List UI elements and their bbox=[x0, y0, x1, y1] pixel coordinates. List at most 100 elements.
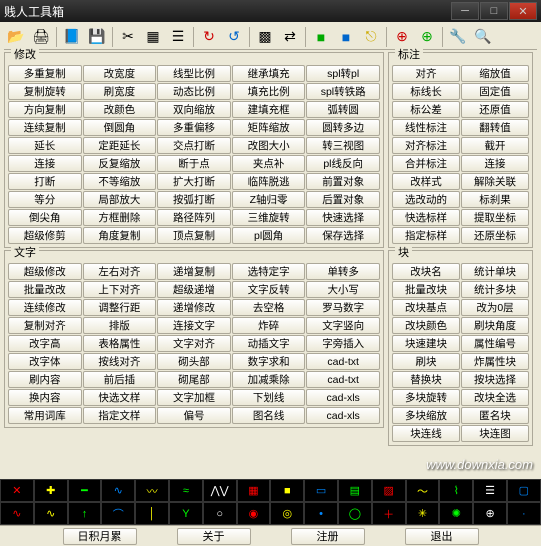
cmd-button[interactable]: 改块名 bbox=[392, 263, 460, 280]
cmd-button[interactable]: 标刹果 bbox=[461, 191, 529, 208]
cmd-button[interactable]: 去空格 bbox=[232, 299, 306, 316]
cmd-button[interactable]: 刷内容 bbox=[8, 371, 82, 388]
close-button[interactable]: ✕ bbox=[509, 2, 537, 20]
cmd-button[interactable]: 多重偏移 bbox=[157, 119, 231, 136]
spiral-icon[interactable]: ◉ bbox=[237, 502, 271, 525]
daily-button[interactable]: 日积月累 bbox=[63, 528, 137, 545]
cross2-icon[interactable]: ⊕ bbox=[473, 502, 507, 525]
target-icon[interactable]: ◎ bbox=[270, 502, 304, 525]
cmd-button[interactable]: 截开 bbox=[461, 137, 529, 154]
cmd-button[interactable]: 炸属性块 bbox=[461, 353, 529, 370]
plus2-icon[interactable]: ＋ bbox=[372, 502, 406, 525]
cmd-button[interactable]: cad-xls bbox=[306, 407, 380, 424]
tree-icon[interactable]: Y bbox=[169, 502, 203, 525]
maximize-button[interactable]: □ bbox=[480, 2, 508, 20]
cmd-button[interactable]: 后置对象 bbox=[306, 191, 380, 208]
cmd-button[interactable]: 路径阵列 bbox=[157, 209, 231, 226]
book-icon[interactable]: 📘 bbox=[60, 26, 84, 48]
green-square-icon[interactable]: ■ bbox=[309, 26, 333, 48]
cmd-button[interactable]: cad-txt bbox=[306, 371, 380, 388]
cmd-button[interactable]: 改样式 bbox=[392, 173, 460, 190]
cmd-button[interactable]: 线性标注 bbox=[392, 119, 460, 136]
cmd-button[interactable]: 线型比例 bbox=[157, 65, 231, 82]
blue-square-icon[interactable]: ■ bbox=[334, 26, 358, 48]
about-button[interactable]: 关于 bbox=[177, 528, 251, 545]
cmd-button[interactable]: 圆转多边 bbox=[306, 119, 380, 136]
cmd-button[interactable]: 翻转值 bbox=[461, 119, 529, 136]
zigzag-icon[interactable]: ⌇ bbox=[439, 479, 473, 502]
cmd-button[interactable]: 改为0层 bbox=[461, 299, 529, 316]
cmd-button[interactable]: 局部放大 bbox=[83, 191, 157, 208]
box-icon[interactable]: ■ bbox=[270, 479, 304, 502]
cmd-button[interactable]: 上下对齐 bbox=[83, 281, 157, 298]
cmd-button[interactable]: 解除关联 bbox=[461, 173, 529, 190]
cross-icon[interactable]: ✕ bbox=[0, 479, 34, 502]
cmd-button[interactable]: 改字高 bbox=[8, 335, 82, 352]
cmd-button[interactable]: 改宽度 bbox=[83, 65, 157, 82]
cmd-button[interactable]: 复制对齐 bbox=[8, 317, 82, 334]
cmd-button[interactable]: 改图大小 bbox=[232, 137, 306, 154]
cmd-button[interactable]: 炸碎 bbox=[232, 317, 306, 334]
cmd-button[interactable]: 常用词库 bbox=[8, 407, 82, 424]
cmd-button[interactable]: 数字求和 bbox=[232, 353, 306, 370]
cmd-button[interactable]: 对齐标注 bbox=[392, 137, 460, 154]
cmd-button[interactable]: 前后插 bbox=[83, 371, 157, 388]
star-icon[interactable]: ✳ bbox=[406, 502, 440, 525]
cmd-button[interactable]: 改字体 bbox=[8, 353, 82, 370]
cmd-button[interactable]: 保存选择 bbox=[306, 227, 380, 244]
grid-color-icon[interactable]: ▩ bbox=[253, 26, 277, 48]
line-icon[interactable]: ━ bbox=[68, 479, 102, 502]
cmd-button[interactable]: 动态比例 bbox=[157, 83, 231, 100]
cmd-button[interactable]: 批量改块 bbox=[392, 281, 460, 298]
cmd-button[interactable]: 刷块 bbox=[392, 353, 460, 370]
wave3-icon[interactable]: ≈ bbox=[169, 479, 203, 502]
cmd-button[interactable]: 文字加框 bbox=[157, 389, 231, 406]
cmd-button[interactable]: 选改动的 bbox=[392, 191, 460, 208]
cmd-button[interactable]: 夹点补 bbox=[232, 155, 306, 172]
plus-icon[interactable]: ✚ bbox=[34, 479, 68, 502]
cmd-button[interactable]: 单转多 bbox=[306, 263, 380, 280]
cmd-button[interactable]: 断于点 bbox=[157, 155, 231, 172]
ladder-icon[interactable]: ☰ bbox=[473, 479, 507, 502]
cmd-button[interactable]: Z轴归零 bbox=[232, 191, 306, 208]
cmd-button[interactable]: 按弧打断 bbox=[157, 191, 231, 208]
cmd-button[interactable]: 对齐 bbox=[392, 65, 460, 82]
cmd-button[interactable]: 刷块角度 bbox=[461, 317, 529, 334]
cmd-button[interactable]: 砌头部 bbox=[157, 353, 231, 370]
cmd-button[interactable]: 块连线 bbox=[392, 425, 460, 442]
cmd-button[interactable]: 标线长 bbox=[392, 83, 460, 100]
cmd-button[interactable]: 递增复制 bbox=[157, 263, 231, 280]
sine-icon[interactable]: ∿ bbox=[0, 502, 34, 525]
cmd-button[interactable]: 调整行距 bbox=[83, 299, 157, 316]
cmd-button[interactable]: cad-xls bbox=[306, 389, 380, 406]
arc-icon[interactable]: ⌒ bbox=[101, 502, 135, 525]
cmd-button[interactable]: 快选文样 bbox=[83, 389, 157, 406]
cmd-button[interactable]: 交点打断 bbox=[157, 137, 231, 154]
vline-icon[interactable]: │ bbox=[135, 502, 169, 525]
cmd-button[interactable]: 临阵脱逃 bbox=[232, 173, 306, 190]
cmd-button[interactable]: 超级修改 bbox=[8, 263, 82, 280]
up-icon[interactable]: ↑ bbox=[68, 502, 102, 525]
cmd-button[interactable]: 大小写 bbox=[306, 281, 380, 298]
cmd-button[interactable]: 换内容 bbox=[8, 389, 82, 406]
refresh-red-icon[interactable]: ↻ bbox=[197, 26, 221, 48]
cmd-button[interactable]: 文字竖向 bbox=[306, 317, 380, 334]
cmd-button[interactable]: 按块选择 bbox=[461, 371, 529, 388]
cmd-button[interactable]: 统计单块 bbox=[461, 263, 529, 280]
cmd-button[interactable]: 块连图 bbox=[461, 425, 529, 442]
cmd-button[interactable]: 打断 bbox=[8, 173, 82, 190]
cmd-button[interactable]: 刷宽度 bbox=[83, 83, 157, 100]
brick-icon[interactable]: ▤ bbox=[338, 479, 372, 502]
cmd-button[interactable]: 复制旋转 bbox=[8, 83, 82, 100]
print-icon[interactable]: 🖨 bbox=[29, 26, 53, 48]
cmd-button[interactable]: 三维旋转 bbox=[232, 209, 306, 226]
cmd-button[interactable]: 批量改改 bbox=[8, 281, 82, 298]
cmd-button[interactable]: pl圆角 bbox=[232, 227, 306, 244]
cmd-button[interactable]: 文字对齐 bbox=[157, 335, 231, 352]
cmd-button[interactable]: 指定文样 bbox=[83, 407, 157, 424]
cmd-button[interactable]: 砌尾部 bbox=[157, 371, 231, 388]
yellow-exit-icon[interactable]: ⎋ bbox=[359, 26, 383, 48]
cmd-button[interactable]: 排版 bbox=[83, 317, 157, 334]
cmd-button[interactable]: 替换块 bbox=[392, 371, 460, 388]
wave1-icon[interactable]: ∿ bbox=[101, 479, 135, 502]
